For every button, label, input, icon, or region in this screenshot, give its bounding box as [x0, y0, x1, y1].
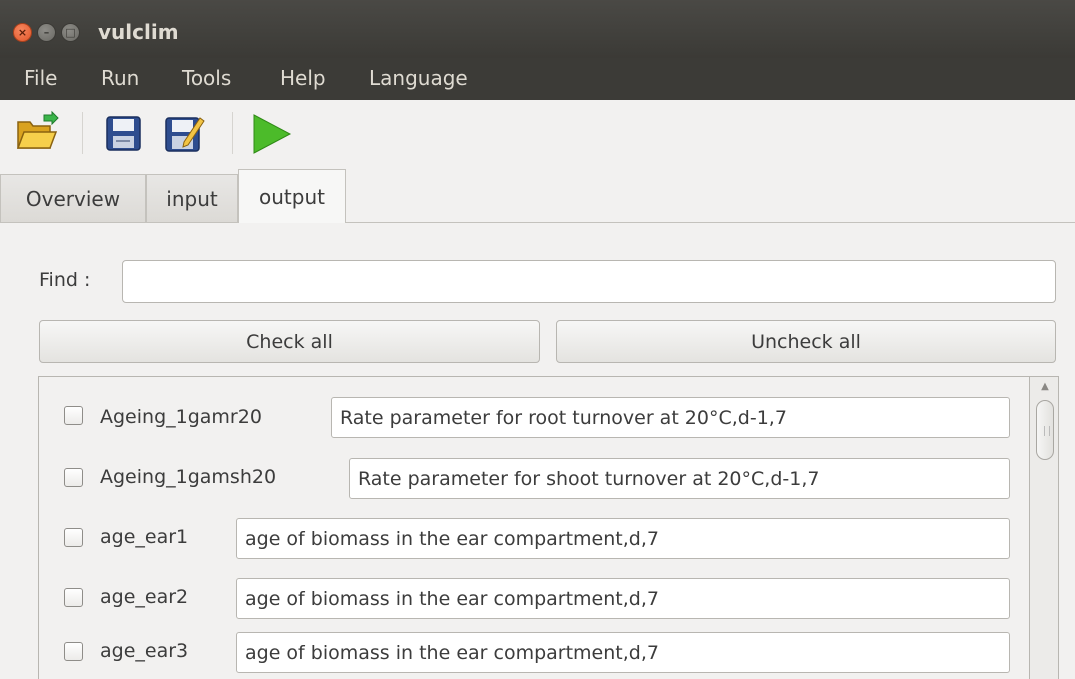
toolbar-separator [82, 112, 83, 154]
edit-button[interactable] [162, 112, 206, 156]
window-title: vulclim [98, 20, 179, 44]
tab-input[interactable]: input [146, 174, 238, 222]
save-icon [106, 116, 141, 151]
tab-output[interactable]: output [238, 169, 346, 223]
list-item: Ageing_1gamr20 [0, 395, 1030, 445]
minimize-window-button[interactable]: – [37, 23, 56, 42]
row-checkbox[interactable] [64, 588, 83, 607]
toolbar-separator [232, 112, 233, 154]
row-checkbox[interactable] [64, 528, 83, 547]
find-label: Find : [39, 269, 91, 291]
maximize-icon: □ [65, 26, 76, 39]
row-checkbox[interactable] [64, 406, 83, 425]
scrollbar-thumb[interactable] [1036, 400, 1054, 460]
row-checkbox[interactable] [64, 468, 83, 487]
run-button[interactable] [250, 112, 294, 156]
find-input[interactable] [122, 260, 1056, 303]
scroll-up-arrow-icon[interactable]: ▲ [1035, 380, 1055, 394]
menu-help[interactable]: Help [280, 66, 326, 90]
row-label: Ageing_1gamr20 [100, 406, 262, 428]
row-description-field[interactable] [349, 458, 1010, 499]
row-description-field[interactable] [236, 518, 1010, 559]
tab-overview[interactable]: Overview [0, 174, 146, 222]
grip-icon [1044, 426, 1050, 436]
row-description-field[interactable] [236, 632, 1010, 673]
menu-tools[interactable]: Tools [182, 66, 231, 90]
edit-icon [165, 117, 205, 152]
open-folder-button[interactable] [14, 110, 60, 156]
list-item: Ageing_1gamsh20 [0, 455, 1030, 505]
row-label: age_ear2 [100, 586, 189, 608]
menu-bar [0, 58, 1075, 100]
close-icon: × [17, 26, 28, 39]
list-item: age_ear1 [0, 515, 1030, 565]
row-label: age_ear1 [100, 526, 189, 548]
menu-language[interactable]: Language [369, 66, 468, 90]
list-item: age_ear3 [0, 629, 1030, 679]
row-label: Ageing_1gamsh20 [100, 466, 277, 488]
row-checkbox[interactable] [64, 642, 83, 661]
save-button[interactable] [104, 114, 144, 154]
uncheck-all-button[interactable]: Uncheck all [556, 320, 1056, 363]
menu-file[interactable]: File [24, 66, 57, 90]
menu-run[interactable]: Run [101, 66, 139, 90]
row-description-field[interactable] [236, 578, 1010, 619]
row-description-field[interactable] [331, 397, 1010, 438]
minimize-icon: – [43, 26, 50, 39]
close-window-button[interactable]: × [13, 23, 32, 42]
open-folder-icon [16, 110, 59, 149]
maximize-window-button[interactable]: □ [61, 23, 80, 42]
list-item: age_ear2 [0, 575, 1030, 625]
row-label: age_ear3 [100, 640, 189, 662]
check-all-button[interactable]: Check all [39, 320, 540, 363]
run-icon [253, 114, 292, 154]
